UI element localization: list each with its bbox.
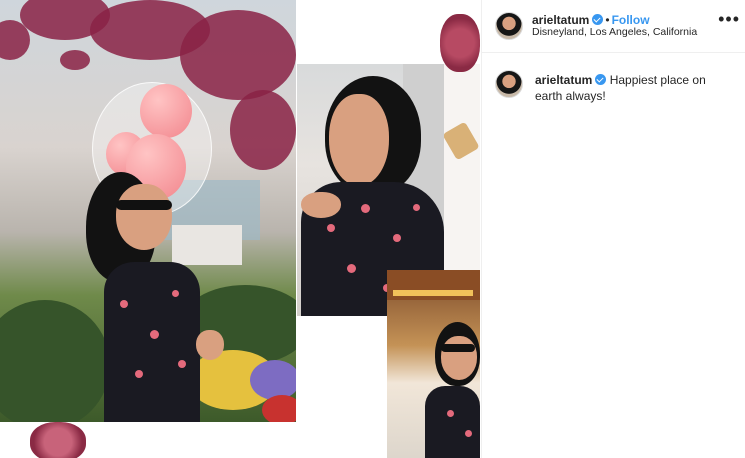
location-link[interactable]: Disneyland, Los Angeles, California: [532, 26, 697, 38]
post-header: arieltatum • Follow Disneyland, Los Angele…: [482, 0, 745, 53]
caption: arieltatum Happiest place on earth alway…: [535, 72, 735, 104]
collage-strip-decor: [444, 64, 480, 270]
rose-decoration: [30, 422, 86, 458]
follow-button[interactable]: Follow: [612, 13, 650, 27]
separator-dot: •: [605, 13, 610, 27]
username-link[interactable]: arieltatum: [532, 13, 589, 27]
avatar[interactable]: [495, 70, 523, 98]
collage-photo-carousel: [387, 270, 480, 458]
verified-badge-icon: [595, 74, 607, 85]
caption-username-link[interactable]: arieltatum: [535, 73, 592, 87]
more-options-icon[interactable]: •••: [718, 10, 740, 28]
collage-photo-balloon: [0, 0, 296, 422]
post-image[interactable]: [0, 0, 480, 458]
rose-decoration: [440, 14, 480, 72]
post-sidebar: arieltatum • Follow Disneyland, Los Angele…: [481, 0, 745, 458]
avatar[interactable]: [495, 12, 523, 40]
verified-badge-icon: [592, 14, 604, 25]
